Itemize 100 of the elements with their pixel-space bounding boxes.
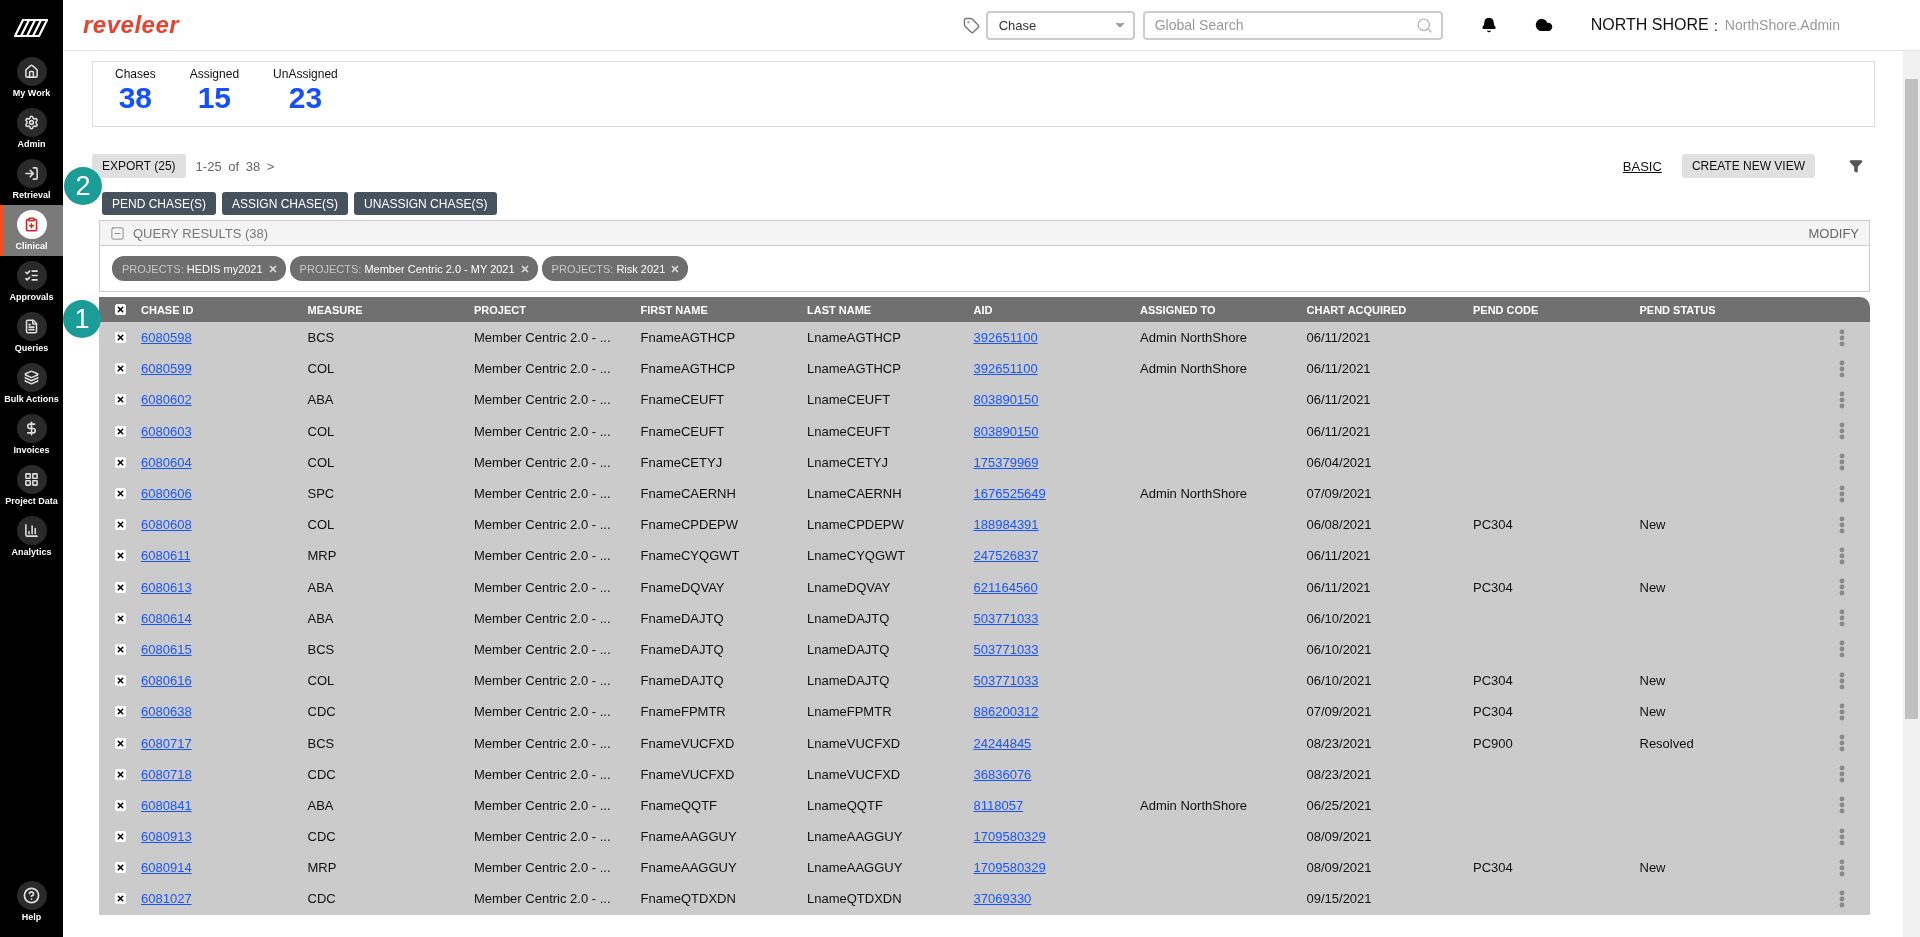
bar-chart-icon[interactable]	[16, 516, 47, 545]
home-icon[interactable]	[16, 57, 47, 86]
layers-icon[interactable]	[16, 363, 47, 392]
checkbox[interactable]	[114, 425, 126, 437]
sidebar-item[interactable]: Admin	[0, 103, 63, 154]
modify-link[interactable]: MODIFY	[1808, 225, 1859, 241]
sidebar-item[interactable]: Clinical	[0, 205, 63, 256]
table-link[interactable]: 392651100	[973, 361, 1038, 377]
table-link[interactable]: 6080599	[141, 361, 192, 377]
sidebar-item[interactable]: Project Data	[0, 460, 63, 511]
sidebar-label[interactable]: Help	[21, 912, 42, 922]
search-field[interactable]: Global Search	[1142, 10, 1443, 40]
table-link[interactable]: 6080613	[141, 579, 192, 595]
column-header[interactable]: CHART ACQUIRED	[1306, 303, 1473, 316]
sidebar-label[interactable]: Analytics	[11, 547, 52, 557]
checkbox[interactable]	[114, 550, 126, 562]
sidebar-label[interactable]: Queries	[14, 343, 49, 353]
checkbox[interactable]	[114, 768, 126, 780]
checkbox[interactable]	[114, 394, 126, 406]
table-link[interactable]: 6080717	[141, 735, 192, 751]
checkbox[interactable]	[114, 643, 126, 655]
column-header[interactable]: ASSIGNED TO	[1140, 303, 1307, 316]
table-link[interactable]: 6080616	[141, 673, 192, 689]
sidebar-item[interactable]: Analytics	[0, 511, 63, 562]
table-link[interactable]: 6080913	[141, 829, 192, 845]
checkbox[interactable]	[114, 363, 126, 375]
checkbox[interactable]	[114, 831, 126, 843]
table-link[interactable]: 6080914	[141, 860, 192, 876]
checkbox[interactable]	[114, 675, 126, 687]
table-link[interactable]: 6081027	[141, 891, 192, 907]
table-row[interactable]: 6080614 ABA Member Centric 2.0 - ... FnameDAJTQ LnameDAJTQ 503771033 06/10/2021	[99, 602, 1870, 634]
column-header[interactable]: MEASURE	[307, 303, 474, 316]
sidebar-item[interactable]: My Work	[0, 52, 63, 103]
table-link[interactable]: 6080604	[141, 454, 192, 470]
table-link[interactable]: 24244845	[973, 735, 1032, 751]
table-row[interactable]: 6081027 CDC Member Centric 2.0 - ... FnameQTDXDN LnameQTDXDN 37069330 09/15/2021	[99, 883, 1870, 915]
table-row[interactable]: 6080913 CDC Member Centric 2.0 - ... FnameAAGGUY LnameAAGGUY 1709580329 08/09/2021	[99, 821, 1870, 853]
column-header[interactable]: FIRST NAME	[640, 303, 807, 316]
column-header[interactable]: PROJECT	[474, 303, 641, 316]
column-header[interactable]: LAST NAME	[807, 303, 974, 316]
table-link[interactable]: 6080602	[141, 392, 192, 408]
export-button[interactable]: EXPORT (25)	[92, 154, 186, 178]
table-row[interactable]: 6080718 CDC Member Centric 2.0 - ... FnameVUCFXD LnameVUCFXD 36836076 08/23/2021	[99, 758, 1870, 790]
scrollbar[interactable]	[1903, 51, 1920, 937]
action-button[interactable]: UNASSIGN CHASE(S)	[354, 192, 498, 215]
column-header[interactable]: AID	[973, 303, 1140, 316]
grid-icon[interactable]	[16, 465, 47, 494]
table-row[interactable]: 6080604 COL Member Centric 2.0 - ... FnameCETYJ LnameCETYJ 175379969 06/04/2021	[99, 446, 1870, 478]
table-link[interactable]: 621164560	[973, 579, 1038, 595]
table-link[interactable]: 6080718	[141, 766, 192, 782]
clipboard-icon[interactable]	[16, 210, 47, 239]
table-row[interactable]: 6080841 ABA Member Centric 2.0 - ... FnameQQTF LnameQQTF 8118057 Admin NorthShore 06/25/2021	[99, 789, 1870, 821]
checkbox[interactable]	[114, 332, 126, 344]
checkbox[interactable]	[114, 456, 126, 468]
filter-icon[interactable]	[1849, 159, 1863, 173]
column-header[interactable]: PEND CODE	[1473, 303, 1640, 316]
collapse-icon[interactable]	[110, 225, 125, 241]
sidebar-label[interactable]: Approvals	[9, 292, 54, 302]
table-row[interactable]: 6080611 MRP Member Centric 2.0 - ... FnameCYQGWT LnameCYQGWT 247526837 06/11/2021	[99, 540, 1870, 572]
table-row[interactable]: 6080717 BCS Member Centric 2.0 - ... FnameVUCFXD LnameVUCFXD 24244845 08/23/2021 PC900 Resolved	[99, 727, 1870, 759]
checkbox[interactable]	[114, 706, 126, 718]
table-link[interactable]: 503771033	[973, 641, 1039, 657]
table-link[interactable]: 503771033	[973, 610, 1039, 626]
checkbox[interactable]	[114, 488, 126, 500]
help-item[interactable]: Help	[0, 876, 63, 927]
table-link[interactable]: 6080611	[141, 548, 191, 564]
table-link[interactable]: 803890150	[973, 423, 1039, 439]
table-link[interactable]: 6080841	[141, 797, 192, 813]
table-link[interactable]: 6080608	[141, 517, 192, 533]
table-link[interactable]: 188984391	[973, 517, 1039, 533]
table-row[interactable]: 6080638 CDC Member Centric 2.0 - ... FnameFPMTR LnameFPMTR 886200312 07/09/2021 PC304 New	[99, 696, 1870, 728]
help-icon[interactable]	[16, 881, 47, 910]
document-icon[interactable]	[16, 312, 47, 341]
sidebar-label[interactable]: Bulk Actions	[4, 394, 59, 404]
table-row[interactable]: 6080615 BCS Member Centric 2.0 - ... FnameDAJTQ LnameDAJTQ 503771033 06/10/2021	[99, 633, 1870, 666]
filter-chip[interactable]: PROJECTS: Risk 2021	[541, 256, 689, 281]
sidebar-label[interactable]: My Work	[12, 88, 51, 98]
table-row[interactable]: 6080603 COL Member Centric 2.0 - ... FnameCEUFT LnameCEUFT 803890150 06/11/2021	[99, 415, 1870, 447]
table-link[interactable]: 36836076	[973, 766, 1032, 782]
table-link[interactable]: 6080638	[141, 704, 192, 720]
checkbox[interactable]	[114, 581, 126, 593]
table-link[interactable]: 6080598	[141, 330, 192, 346]
checklist-icon[interactable]	[16, 261, 47, 290]
table-link[interactable]: 6080603	[141, 423, 192, 439]
table-row[interactable]: 6080598 BCS Member Centric 2.0 - ... FnameAGTHCP LnameAGTHCP 392651100 Admin NorthShore 06/11/2021	[99, 322, 1870, 354]
table-link[interactable]: 803890150	[973, 392, 1039, 408]
checkbox[interactable]	[114, 799, 126, 811]
sidebar-label[interactable]: Clinical	[15, 241, 48, 251]
table-row[interactable]: 6080613 ABA Member Centric 2.0 - ... FnameDQVAY LnameDQVAY 621164560 06/11/2021 PC304 New	[99, 571, 1870, 603]
sidebar-item[interactable]: Retrieval	[0, 154, 63, 205]
checkbox[interactable]	[114, 612, 126, 624]
table-row[interactable]: 6080616 COL Member Centric 2.0 - ... FnameDAJTQ LnameDAJTQ 503771033 06/10/2021 PC304 New	[99, 665, 1870, 697]
table-row[interactable]: 6080606 SPC Member Centric 2.0 - ... FnameCAERNH LnameCAERNH 1676525649 Admin NorthShore 07/09/2021	[99, 477, 1870, 510]
pager[interactable]: 1-25 of 38 >	[195, 158, 275, 174]
gear-icon[interactable]	[16, 108, 47, 137]
table-row[interactable]: 6080608 COL Member Centric 2.0 - ... FnameCPDEPW LnameCPDEPW 188984391 06/08/2021 PC304 New	[99, 509, 1870, 541]
create-view-button[interactable]: CREATE NEW VIEW	[1681, 154, 1815, 178]
checkbox[interactable]	[114, 519, 126, 531]
sidebar-label[interactable]: Project Data	[5, 496, 58, 506]
table-link[interactable]: 392651100	[973, 330, 1038, 346]
